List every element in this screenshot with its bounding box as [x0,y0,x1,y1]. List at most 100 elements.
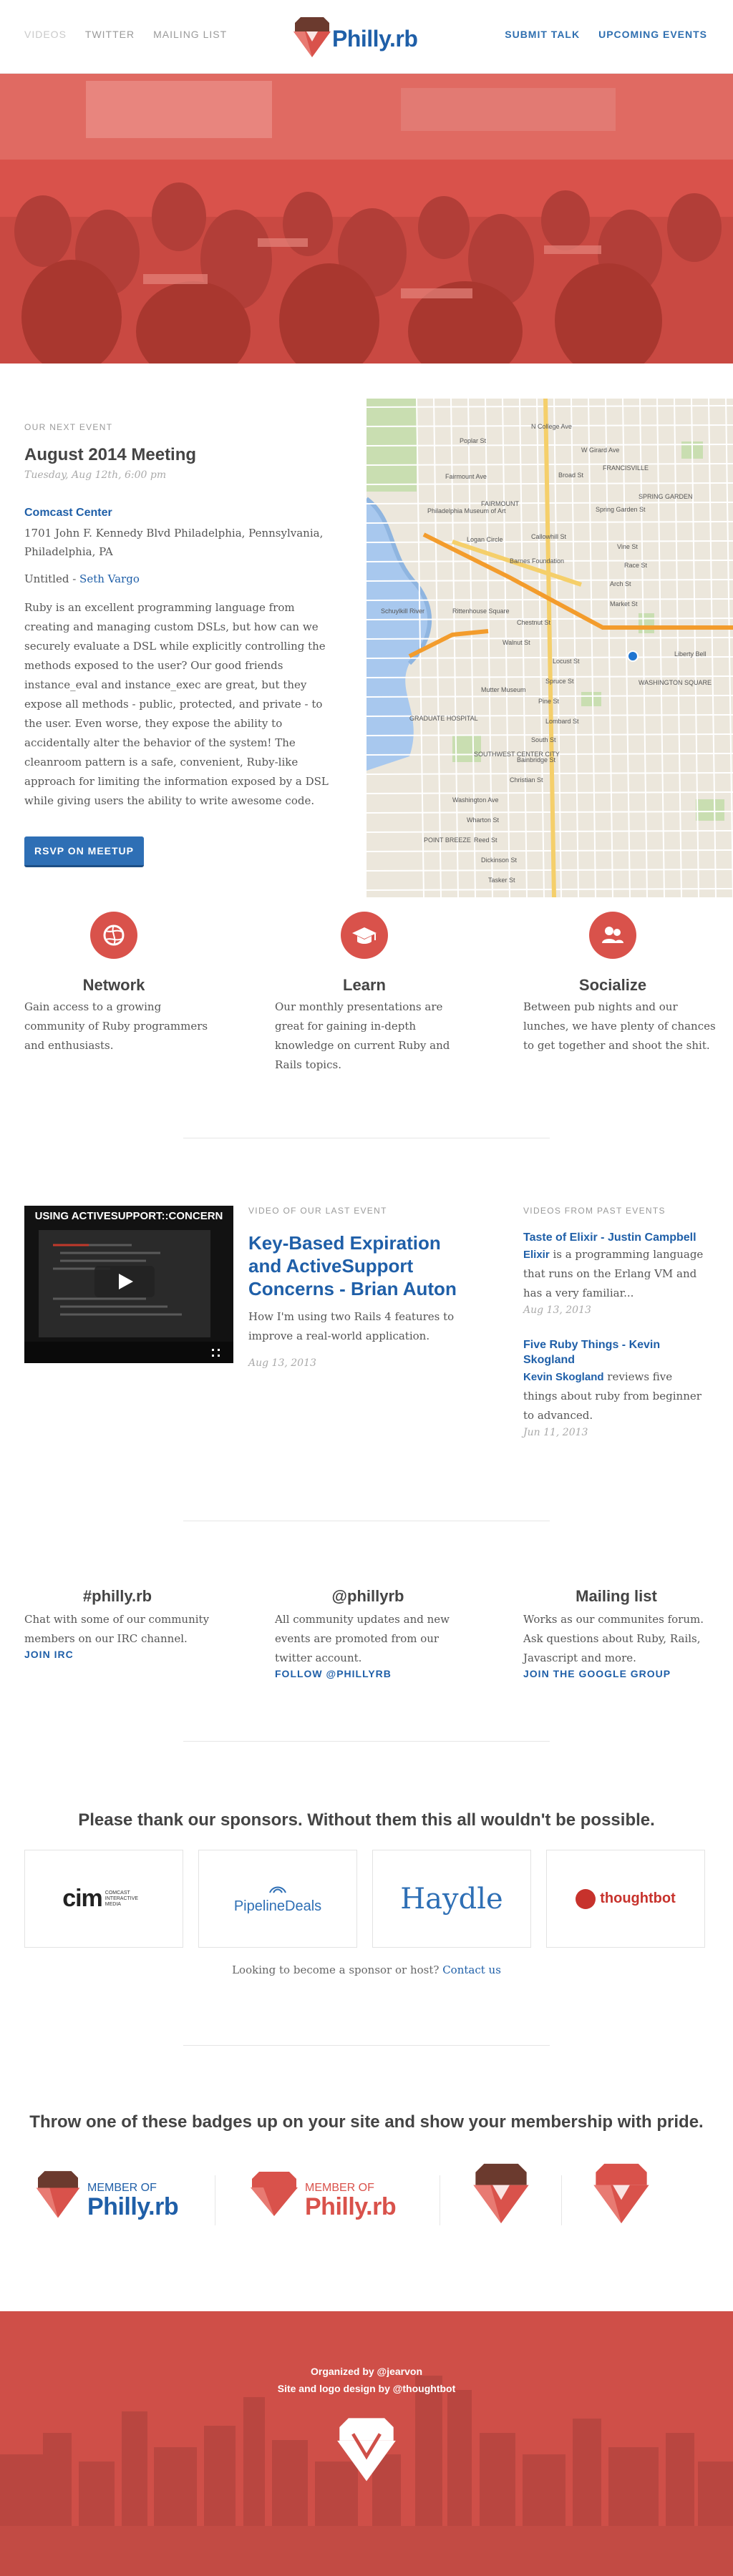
feature-title: Socialize [578,976,647,994]
site-logo[interactable]: Philly.rb [291,13,441,60]
map-label: Mutter Museum [481,686,526,693]
social-twitter: @phillyrb All community updates and new … [275,1587,461,1679]
map-label: FAIRMOUNT [481,500,520,507]
map-label: SPRING GARDEN [639,493,693,500]
map-label: Barnes Foundation [510,557,564,565]
map-label: Chestnut St [517,619,551,626]
feature-text: Gain access to a growing community of Ru… [24,1000,208,1052]
contact-us-link[interactable]: Contact us [442,1963,501,1976]
site-header: Videos Twitter Mailing List Philly.rb Su… [0,0,733,74]
last-event-video-thumbnail[interactable]: USING ACTIVESUPPORT::CONCERN [24,1206,233,1363]
footer-organized-by[interactable]: Organized by @jearvon [0,2366,733,2377]
badge-brown-gem[interactable] [467,2157,535,2232]
rsvp-button[interactable]: RSVP on Meetup [24,836,144,867]
badges-heading: Throw one of these badges up on your sit… [29,2112,704,2132]
gem-logo-icon [473,2163,529,2224]
map-label: N College Ave [531,423,572,430]
last-video-date: Aug 13, 2013 [248,1357,316,1369]
social-text: All community updates and new events are… [275,1613,450,1664]
pipelinedeals-wave-icon [269,1886,286,1893]
last-video-info: Video of our last event Key-Based Expira… [248,1206,463,1369]
footer-design-credit[interactable]: Site and logo design by @thoughtbot [0,2383,733,2394]
speaker-link[interactable]: Seth Vargo [79,572,140,585]
nav-videos-link[interactable]: Videos [24,29,67,40]
map-label: Spring Garden St [596,506,646,513]
past-video-title-link[interactable]: Five Ruby Things - Kevin Skogland [523,1337,709,1367]
sponsor-cim[interactable]: cim COMCAST INTERACTIVE MEDIA [24,1850,183,1948]
map-label: Philadelphia Museum of Art [427,507,506,514]
badge-blue-wordmark[interactable]: MEMBER OF Philly.rb [33,2157,198,2229]
map-label: Tasker St [488,877,515,884]
event-kicker: Our Next Event [24,422,113,432]
nav-upcoming-events-link[interactable]: Upcoming Events [598,29,707,40]
gem-logo-icon [251,2172,298,2216]
map-label: Liberty Bell [674,650,707,658]
map-label: South St [531,736,556,743]
last-video-title-link[interactable]: Key-Based Expiration and ActiveSupport C… [248,1231,463,1300]
map-label: Spruce St [545,678,574,685]
map-label: Callowhill St [531,533,567,540]
event-talk: Untitled - Seth Vargo [24,572,339,585]
event-venue-link[interactable]: Comcast Center [24,507,339,519]
event-address: 1701 John F. Kennedy Blvd Philadelphia, … [24,527,324,558]
past-video-description: Elixir is a programming language that ru… [523,1245,709,1303]
feature-text: Between pub nights and our lunches, we h… [523,1000,716,1052]
map-label: Logan Circle [467,536,503,543]
hero-photo [0,74,733,364]
past-videos: Videos from past events Taste of Elixir … [523,1206,709,1438]
map-label: Pine St [538,698,560,705]
next-event: Our Next Event August 2014 Meeting Tuesd… [24,422,339,867]
social-title: #philly.rb [82,1587,152,1605]
talk-title: Untitled - [24,572,80,585]
map-label: Lombard St [545,718,579,725]
sponsor-thoughtbot[interactable]: thoughtbot [546,1850,705,1948]
badge-red-gem[interactable] [587,2157,656,2232]
follow-twitter-link[interactable]: Follow @phillyrb [275,1668,461,1679]
past-video-date: Jun 11, 2013 [523,1427,588,1438]
site-footer: Organized by @jearvon Site and logo desi… [0,2311,733,2576]
haydle-logo: Haydle [400,1882,503,1916]
nav-submit-talk-link[interactable]: Submit Talk [505,29,580,40]
gem-logo-icon [293,17,331,57]
gem-logo-icon [593,2163,649,2224]
map-label: Vine St [617,543,638,550]
map-label: Reed St [474,836,497,844]
map-label: Broad St [558,472,584,479]
feature-socialize: Socialize Between pub nights and our lun… [523,912,717,1055]
map-label: FRANCISVILLE [603,464,649,472]
map-canvas: N College Ave Poplar St W Girard Ave Fairmo… [366,399,733,897]
map-label: Race St [624,562,648,569]
sponsor-haydle[interactable]: Haydle [372,1850,531,1948]
gem-logo-icon [36,2171,80,2218]
list-item: Five Ruby Things - Kevin Skogland Kevin … [523,1337,709,1438]
event-map[interactable]: N College Ave Poplar St W Girard Ave Fairmo… [366,399,733,897]
nav-mailing-list-link[interactable]: Mailing List [153,29,227,40]
join-irc-link[interactable]: Join IRC [24,1649,210,1660]
sponsor-pipelinedeals[interactable]: PipelineDeals [198,1850,357,1948]
sponsor-note: Looking to become a sponsor or host? Con… [0,1963,733,1976]
map-label: Arch St [610,580,631,587]
feature-learn: Learn Our monthly presentations are grea… [275,912,468,1075]
footer-gem-icon [337,2418,396,2482]
feature-title: Learn [343,976,386,994]
badge-red-wordmark[interactable]: MEMBER OF Philly.rb [248,2157,419,2229]
map-label: Rittenhouse Square [452,608,510,615]
feature-title: Network [82,976,145,994]
nav-twitter-link[interactable]: Twitter [85,29,135,40]
past-video-text: is a programming language that runs on t… [523,1248,704,1299]
past-video-title-link[interactable]: Taste of Elixir - Justin Campbell [523,1230,709,1245]
sponsor-note-text: Looking to become a sponsor or host? [232,1963,443,1976]
join-google-group-link[interactable]: Join the Google Group [523,1668,709,1679]
venue-map-marker[interactable] [627,650,639,662]
sponsors-heading: Please thank our sponsors. Without them … [78,1810,655,1830]
feature-network: Network Gain access to a growing communi… [24,912,218,1055]
past-video-description: Kevin Skogland reviews five things about… [523,1367,709,1425]
social-title: Mailing list [576,1587,657,1605]
map-label: Market St [610,600,638,608]
event-description: Ruby is an excellent programming languag… [24,601,329,807]
social-text: Chat with some of our community members … [24,1613,210,1645]
feature-text: Our monthly presentations are great for … [275,1000,450,1071]
section-divider [183,1741,550,1742]
social-irc: #philly.rb Chat with some of our communi… [24,1587,210,1660]
section-divider [183,2045,550,2046]
